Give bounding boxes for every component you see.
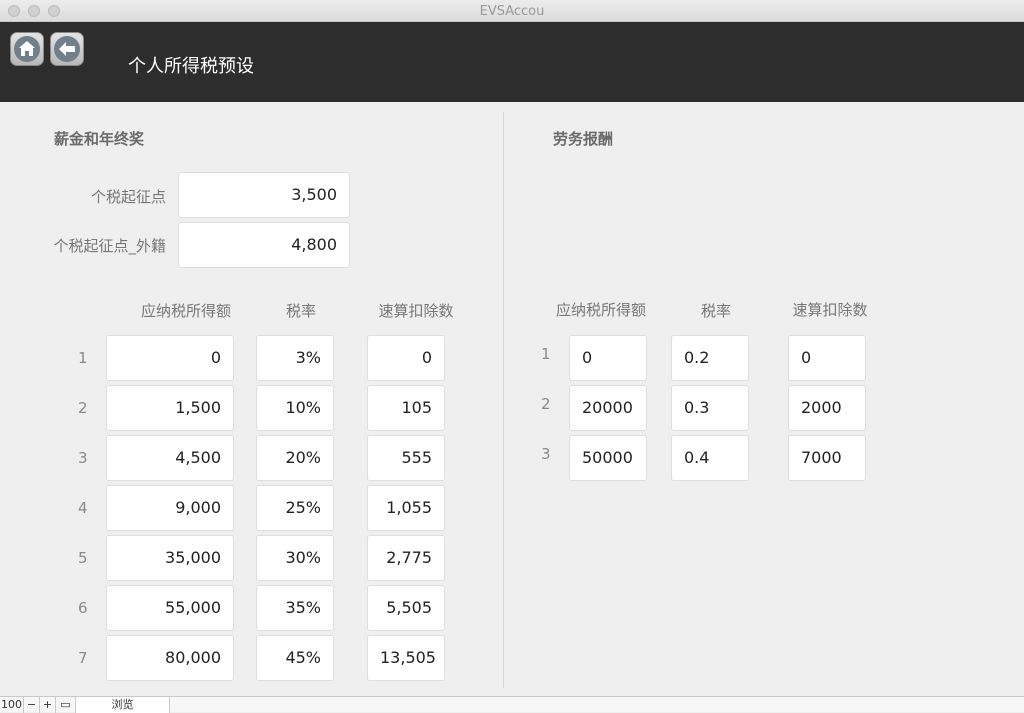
- zoom-out-button[interactable]: −: [24, 697, 40, 713]
- window-layout-icon: ▭: [60, 698, 71, 711]
- service-row-number: 1: [541, 345, 551, 363]
- service-deduction-field[interactable]: 7000: [788, 435, 866, 481]
- service-rate-field[interactable]: 0.3: [671, 385, 749, 431]
- threshold-field[interactable]: 3,500: [178, 172, 350, 218]
- service-col-deduction: 速算扣除数: [792, 301, 868, 319]
- minus-icon: −: [26, 698, 37, 711]
- back-button[interactable]: [50, 32, 84, 66]
- app-header: 个人所得税预设: [0, 22, 1024, 102]
- close-window-button[interactable]: [8, 5, 20, 17]
- salary-rate-field[interactable]: 25%: [256, 485, 334, 531]
- service-col-income: 应纳税所得额: [555, 301, 646, 319]
- home-icon: [14, 36, 40, 62]
- layout-toggle-button[interactable]: ▭: [56, 697, 76, 713]
- back-arrow-icon: [54, 36, 80, 62]
- salary-rate-field[interactable]: 30%: [256, 535, 334, 581]
- salary-row-number: 2: [78, 399, 88, 417]
- service-income-field[interactable]: 50000: [569, 435, 647, 481]
- service-rate-field[interactable]: 0.2: [671, 335, 749, 381]
- salary-rate-field[interactable]: 45%: [256, 635, 334, 681]
- salary-deduction-field[interactable]: 1,055: [367, 485, 445, 531]
- page-title: 个人所得税预设: [128, 56, 254, 77]
- zoom-window-button[interactable]: [48, 5, 60, 17]
- salary-income-field[interactable]: 1,500: [106, 385, 234, 431]
- salary-section-title: 薪金和年终奖: [54, 130, 145, 148]
- salary-rate-field[interactable]: 10%: [256, 385, 334, 431]
- window-titlebar: EVSAccou: [0, 0, 1024, 22]
- salary-income-field[interactable]: 9,000: [106, 485, 234, 531]
- zoom-in-button[interactable]: +: [40, 697, 56, 713]
- salary-deduction-field[interactable]: 2,775: [367, 535, 445, 581]
- salary-deduction-field[interactable]: 555: [367, 435, 445, 481]
- service-income-field[interactable]: 20000: [569, 385, 647, 431]
- salary-rate-field[interactable]: 35%: [256, 585, 334, 631]
- service-row-number: 3: [541, 445, 551, 463]
- service-col-rate: 税率: [700, 302, 731, 320]
- salary-deduction-field[interactable]: 13,505: [367, 635, 445, 681]
- salary-rate-field[interactable]: 20%: [256, 435, 334, 481]
- salary-row-number: 5: [78, 549, 88, 567]
- salary-income-field[interactable]: 55,000: [106, 585, 234, 631]
- salary-rate-field[interactable]: 3%: [256, 335, 334, 381]
- service-income-field[interactable]: 0: [569, 335, 647, 381]
- salary-col-income: 应纳税所得额: [140, 302, 231, 320]
- salary-income-field[interactable]: 4,500: [106, 435, 234, 481]
- salary-row-number: 3: [78, 449, 88, 467]
- foreign-threshold-field[interactable]: 4,800: [178, 222, 350, 268]
- salary-deduction-field[interactable]: 0: [367, 335, 445, 381]
- service-rate-field[interactable]: 0.4: [671, 435, 749, 481]
- status-bar: 100 − + ▭ 浏览: [0, 696, 1024, 713]
- salary-row-number: 1: [78, 349, 88, 367]
- service-deduction-field[interactable]: 2000: [788, 385, 866, 431]
- salary-income-field[interactable]: 80,000: [106, 635, 234, 681]
- salary-deduction-field[interactable]: 5,505: [367, 585, 445, 631]
- salary-row-number: 7: [78, 649, 88, 667]
- window-title: EVSAccou: [479, 4, 545, 19]
- salary-income-field[interactable]: 35,000: [106, 535, 234, 581]
- salary-row-number: 6: [78, 599, 88, 617]
- threshold-label: 个税起征点: [90, 188, 166, 206]
- content-area: 薪金和年终奖 个税起征点 3,500 个税起征点_外籍 4,800 应纳税所得额…: [0, 102, 1024, 696]
- salary-col-rate: 税率: [285, 302, 316, 320]
- home-button[interactable]: [10, 32, 44, 66]
- service-row-number: 2: [541, 395, 551, 413]
- service-section-title: 劳务报酬: [553, 130, 614, 148]
- section-divider: [503, 112, 504, 688]
- salary-row-number: 4: [78, 499, 88, 517]
- mode-indicator[interactable]: 浏览: [76, 697, 170, 713]
- salary-income-field[interactable]: 0: [106, 335, 234, 381]
- zoom-level[interactable]: 100: [0, 697, 24, 713]
- salary-col-deduction: 速算扣除数: [378, 302, 454, 320]
- service-deduction-field[interactable]: 0: [788, 335, 866, 381]
- salary-deduction-field[interactable]: 105: [367, 385, 445, 431]
- plus-icon: +: [42, 698, 53, 711]
- foreign-threshold-label: 个税起征点_外籍: [53, 237, 166, 255]
- minimize-window-button[interactable]: [28, 5, 40, 17]
